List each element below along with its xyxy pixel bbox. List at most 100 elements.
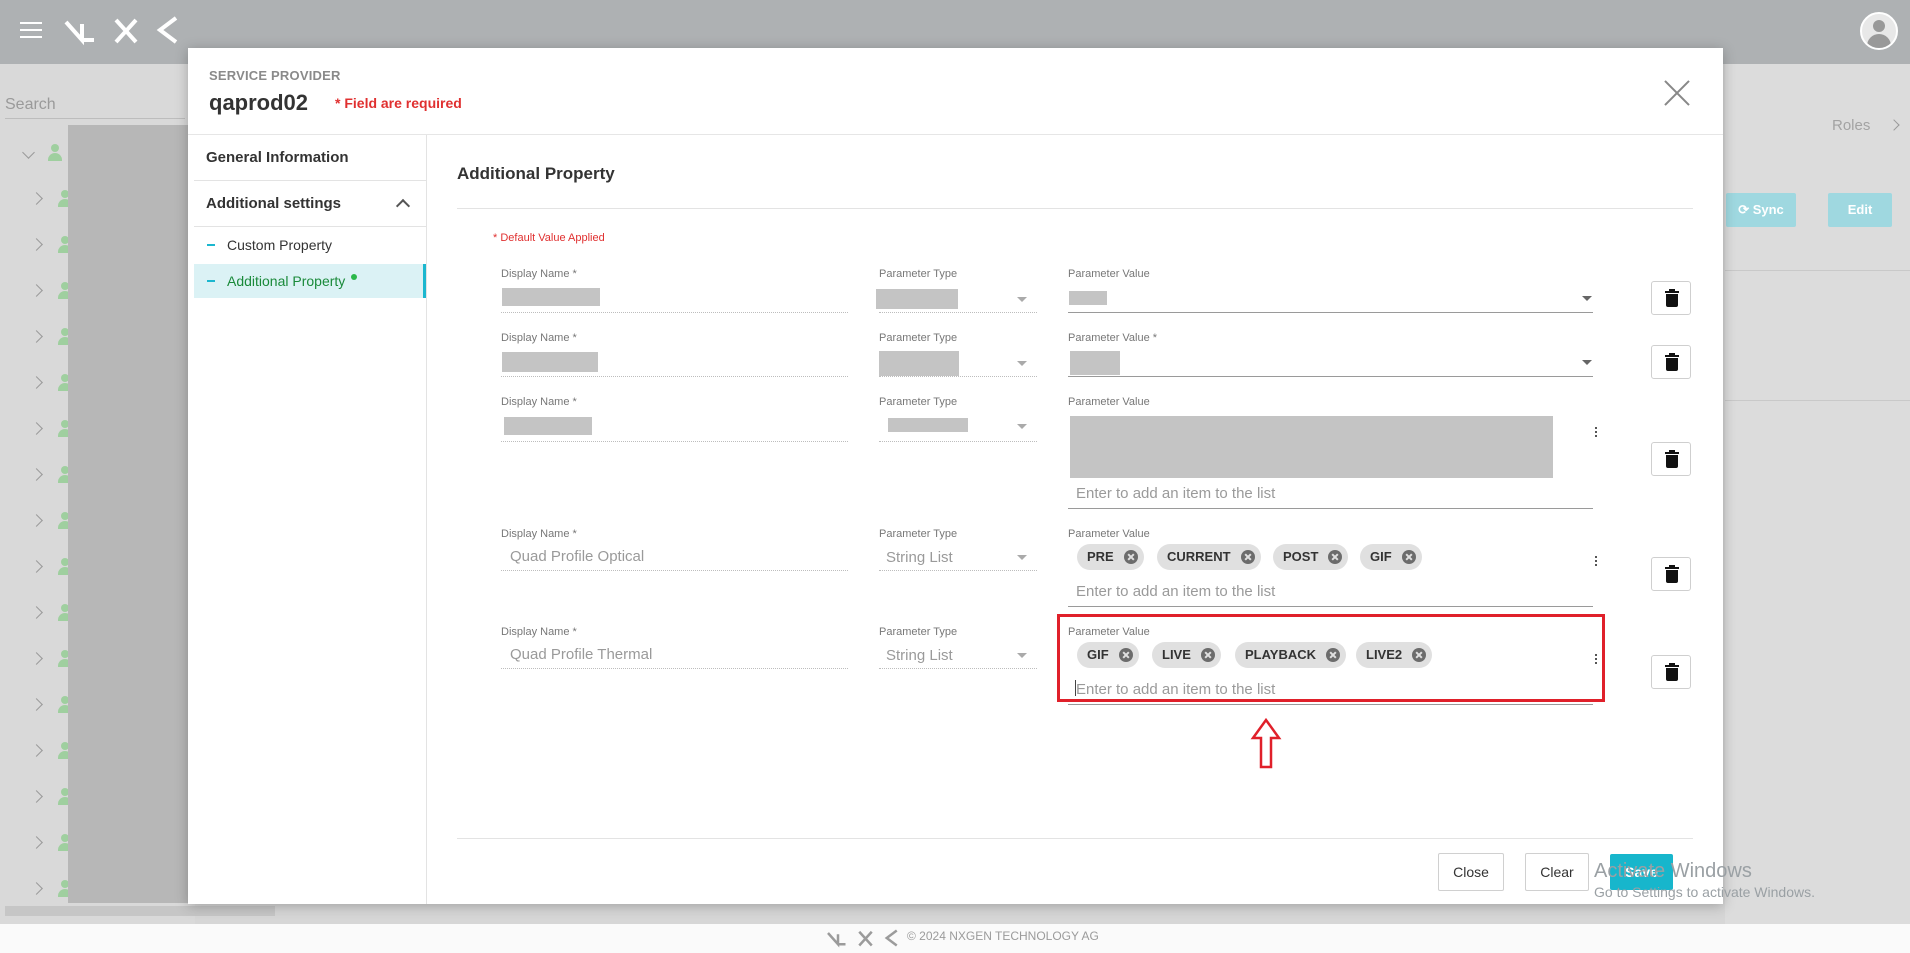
- parameter-type-label: Parameter Type: [879, 528, 958, 540]
- dropdown-arrow-icon[interactable]: [1017, 361, 1027, 366]
- sidebar-divider: [426, 135, 427, 904]
- chevron-right-icon[interactable]: [30, 238, 43, 251]
- chevron-right-icon[interactable]: [30, 652, 43, 665]
- remove-chip-icon[interactable]: [1240, 550, 1255, 564]
- edit-button[interactable]: Edit: [1828, 193, 1892, 227]
- more-options-icon[interactable]: [1595, 556, 1598, 569]
- chevron-right-icon[interactable]: [30, 836, 43, 849]
- nav-general-information[interactable]: General Information: [194, 135, 426, 181]
- chevron-right-icon[interactable]: [30, 560, 43, 573]
- add-item-input[interactable]: Enter to add an item to the list: [1076, 583, 1275, 600]
- status-dot-icon: [351, 274, 358, 280]
- tab-roles[interactable]: Roles: [1832, 117, 1870, 134]
- modal-eyebrow: SERVICE PROVIDER: [209, 68, 341, 83]
- chip-label: POST: [1283, 549, 1319, 564]
- parameter-value-label: Parameter Value: [1068, 396, 1150, 408]
- display-name-underline: [501, 441, 848, 442]
- chevron-right-icon[interactable]: [30, 882, 43, 895]
- parameter-value-underline: [1068, 606, 1593, 607]
- chevron-right-icon[interactable]: [30, 698, 43, 711]
- chevron-right-icon[interactable]: [30, 330, 43, 343]
- search-input[interactable]: Search: [5, 96, 185, 119]
- parameter-type-value[interactable]: String List: [886, 647, 953, 664]
- chip[interactable]: CURRENT: [1157, 544, 1261, 570]
- user-icon: [48, 144, 62, 162]
- horizontal-scrollbar[interactable]: [5, 906, 275, 916]
- chevron-right-icon[interactable]: [30, 606, 43, 619]
- parameter-type-label: Parameter Type: [879, 626, 958, 638]
- delete-row-button[interactable]: [1651, 655, 1691, 689]
- nav-additional-settings-label: Additional settings: [206, 195, 341, 212]
- dropdown-arrow-icon[interactable]: [1582, 360, 1592, 365]
- redacted-parameter-value[interactable]: [1069, 291, 1107, 305]
- redacted-parameter-type[interactable]: [879, 351, 959, 376]
- add-item-input[interactable]: Enter to add an item to the list: [1076, 485, 1275, 502]
- chevron-right-icon[interactable]: [30, 422, 43, 435]
- delete-row-button[interactable]: [1651, 345, 1691, 379]
- chip[interactable]: POST: [1273, 544, 1349, 570]
- display-name-underline: [501, 376, 848, 377]
- display-name-value[interactable]: Quad Profile Optical: [510, 548, 644, 565]
- parameter-type-underline: [879, 441, 1037, 442]
- required-note: * Field are required: [335, 95, 462, 111]
- redacted-parameter-type[interactable]: [876, 289, 958, 309]
- parameter-type-label: Parameter Type: [879, 332, 958, 344]
- close-icon[interactable]: [1662, 78, 1692, 108]
- footer-copyright: © 2024 NXGEN TECHNOLOGY AG: [907, 929, 1099, 943]
- chevron-right-icon[interactable]: [30, 192, 43, 205]
- dropdown-arrow-icon[interactable]: [1017, 297, 1027, 302]
- delete-row-button[interactable]: [1651, 281, 1691, 315]
- redacted-display-name[interactable]: [502, 352, 598, 372]
- chip-label: PRE: [1087, 549, 1114, 564]
- delete-row-button[interactable]: [1651, 442, 1691, 476]
- chip[interactable]: PRE: [1077, 544, 1144, 570]
- chevron-right-icon[interactable]: [30, 744, 43, 757]
- redacted-parameter-type[interactable]: [888, 418, 968, 432]
- chip[interactable]: GIF: [1360, 544, 1422, 570]
- clear-button[interactable]: Clear: [1525, 853, 1589, 891]
- dropdown-arrow-icon[interactable]: [1017, 653, 1027, 658]
- hamburger-menu-icon[interactable]: [20, 22, 42, 43]
- nav-additional-settings[interactable]: Additional settings: [194, 181, 426, 227]
- parameter-value-underline: [1068, 704, 1593, 705]
- display-name-value[interactable]: Quad Profile Thermal: [510, 646, 652, 663]
- remove-chip-icon[interactable]: [1123, 550, 1138, 564]
- delete-row-button[interactable]: [1651, 557, 1691, 591]
- close-button[interactable]: Close: [1438, 853, 1504, 891]
- parameter-value-label: Parameter Value: [1068, 528, 1150, 540]
- redacted-list-items: [1070, 416, 1553, 478]
- remove-chip-icon[interactable]: [1328, 550, 1343, 564]
- user-avatar[interactable]: [1860, 12, 1898, 50]
- dropdown-arrow-icon[interactable]: [1017, 424, 1027, 429]
- more-options-icon[interactable]: [1595, 427, 1598, 440]
- sync-button[interactable]: ⟳ Sync: [1726, 193, 1796, 227]
- trash-icon: [1665, 289, 1679, 293]
- redacted-display-name[interactable]: [504, 417, 592, 435]
- nav-custom-property[interactable]: Custom Property: [194, 228, 426, 262]
- chevron-right-icon[interactable]: [30, 514, 43, 527]
- chevron-right-icon[interactable]: [30, 790, 43, 803]
- display-name-label: Display Name *: [501, 332, 577, 344]
- dropdown-arrow-icon[interactable]: [1582, 296, 1592, 301]
- dropdown-arrow-icon[interactable]: [1017, 555, 1027, 560]
- service-provider-modal: SERVICE PROVIDER qaprod02 * Field are re…: [188, 48, 1723, 904]
- chevron-right-icon[interactable]: [30, 468, 43, 481]
- parameter-value-underline: [1068, 376, 1593, 377]
- remove-chip-icon[interactable]: [1401, 550, 1416, 564]
- nav-additional-property-label: Additional Property: [227, 273, 346, 289]
- nav-additional-property[interactable]: Additional Property: [194, 264, 426, 298]
- redacted-display-name[interactable]: [502, 288, 600, 306]
- chevron-right-icon[interactable]: [30, 376, 43, 389]
- parameter-type-value[interactable]: String List: [886, 549, 953, 566]
- trash-icon: [1665, 353, 1679, 357]
- chevron-down-icon[interactable]: [22, 146, 35, 159]
- chevron-right-icon[interactable]: [30, 284, 43, 297]
- parameter-value-underline: [1068, 312, 1593, 313]
- parameter-value-underline: [1068, 508, 1593, 509]
- redacted-parameter-value[interactable]: [1070, 351, 1120, 375]
- parameter-type-underline: [879, 376, 1037, 377]
- section-divider: [457, 208, 1693, 209]
- display-name-label: Display Name *: [501, 626, 577, 638]
- nav-custom-property-label: Custom Property: [227, 237, 333, 253]
- chevron-up-icon[interactable]: [395, 198, 411, 214]
